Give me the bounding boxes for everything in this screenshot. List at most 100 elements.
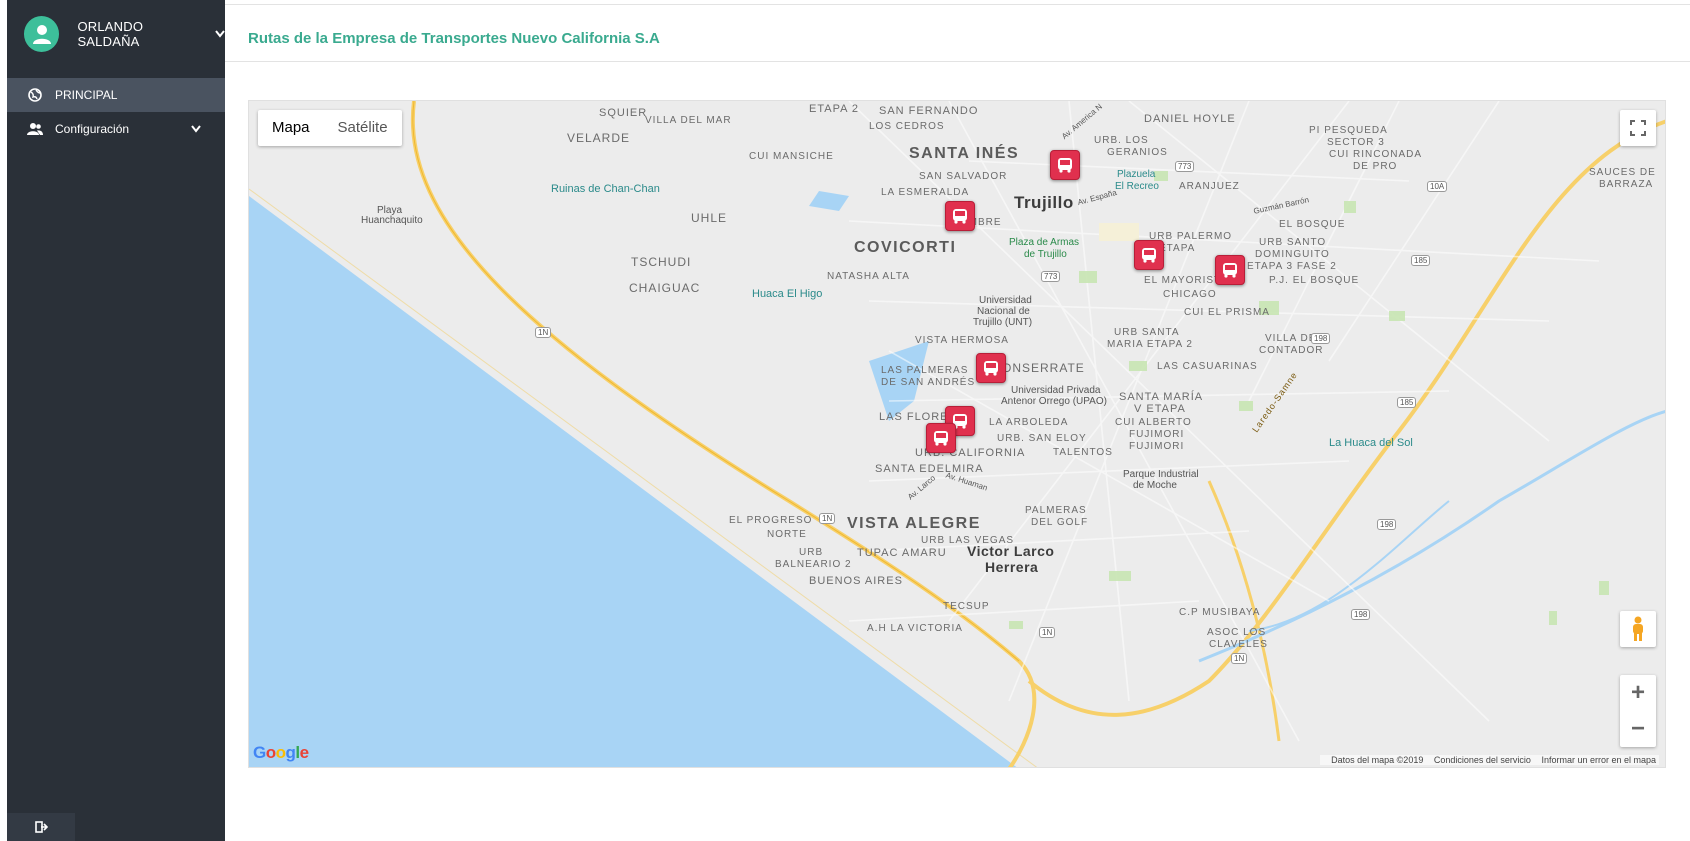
zoom-out-button[interactable]: − — [1620, 711, 1656, 747]
map-label: URB — [799, 547, 824, 558]
map-label: C.P MUSIBAYA — [1179, 607, 1261, 618]
map-label: BARRAZA — [1599, 179, 1654, 190]
fullscreen-button[interactable] — [1620, 110, 1656, 146]
map-label: Victor Larco — [967, 543, 1055, 559]
map-label: SQUIER — [599, 107, 648, 119]
bus-icon — [953, 209, 967, 224]
map-type-satelite-button[interactable]: Satélite — [324, 110, 402, 146]
map-label: Herrera — [985, 559, 1039, 575]
map-label: NATASHA ALTA — [827, 271, 910, 282]
title-divider — [225, 61, 1690, 62]
map-label: LAS CASUARINAS — [1157, 361, 1258, 372]
bus-icon — [1058, 158, 1072, 173]
map-label: EL PROGRESO — [729, 515, 813, 526]
bus-icon — [984, 361, 998, 376]
map-label: VISTA HERMOSA — [915, 335, 1009, 346]
map-label: Trujillo — [1014, 193, 1074, 212]
bus-icon — [1142, 248, 1156, 263]
users-icon — [27, 121, 43, 137]
bus-marker[interactable] — [1050, 150, 1080, 180]
pegman-icon — [1633, 616, 1643, 641]
map-label: PALMERAS — [1025, 505, 1087, 516]
map-label: ETAPA 3 FASE 2 — [1247, 261, 1337, 272]
map-label: CLAVELES — [1209, 639, 1268, 650]
zoom-in-button[interactable]: + — [1620, 675, 1656, 711]
map[interactable]: SQUIER ETAPA 2 SAN FERNANDO DANIEL HOYLE… — [248, 100, 1666, 768]
map-label: URB. LOS — [1094, 135, 1149, 146]
map-label: Parque Industrial — [1123, 469, 1199, 480]
road-badge: 1N — [1231, 653, 1248, 664]
map-label: CUI EL PRISMA — [1184, 307, 1270, 318]
road-badge: 198 — [1377, 519, 1397, 530]
map-label: VISTA ALEGRE — [847, 515, 981, 532]
road-badge: 10A — [1427, 181, 1448, 192]
map-label: FUJIMORI — [1129, 429, 1185, 440]
map-label: SAUCES DE — [1589, 167, 1656, 178]
road-badge: 773 — [1041, 271, 1061, 282]
map-label: Huanchaquito — [361, 215, 423, 226]
map-label: GERANIOS — [1107, 147, 1168, 158]
map-label: SAN FERNANDO — [879, 105, 979, 117]
report-error-link[interactable]: Informar un error en el mapa — [1541, 755, 1656, 765]
road-badge: 773 — [1175, 161, 1195, 172]
map-label: P.J. EL BOSQUE — [1269, 275, 1360, 286]
bus-marker[interactable] — [976, 353, 1006, 383]
road-badge: 185 — [1397, 397, 1417, 408]
map-label: URB SANTA — [1114, 327, 1180, 338]
map-label: DE SAN ANDRÉS — [881, 377, 976, 388]
map-label: FUJIMORI — [1129, 441, 1185, 452]
map-label: CHICAGO — [1163, 289, 1217, 300]
logout-icon — [35, 821, 48, 833]
map-label: de Moche — [1133, 480, 1177, 491]
map-label: LAS PALMERAS — [881, 365, 969, 376]
road-badge: 185 — [1411, 255, 1431, 266]
left-edge — [0, 0, 7, 841]
street-view-button[interactable] — [1620, 611, 1656, 647]
map-label: BALNEARIO 2 — [775, 559, 852, 570]
map-footer: Datos del mapa ©2019 Condiciones del ser… — [1320, 755, 1659, 765]
map-label: LA ESMERALDA — [881, 187, 970, 198]
map-label: CHAIGUAC — [629, 281, 701, 295]
map-label: URB. SAN ELOY — [997, 433, 1087, 444]
bus-marker[interactable] — [1215, 255, 1245, 285]
map-label: ASOC LOS — [1207, 627, 1267, 638]
bus-marker[interactable] — [1134, 240, 1164, 270]
logout-button[interactable] — [7, 813, 75, 841]
map-label: V ETAPA — [1134, 403, 1186, 415]
bus-marker[interactable] — [945, 201, 975, 231]
chevron-down-icon[interactable] — [215, 30, 225, 38]
road-badge: 1N — [819, 513, 836, 524]
bus-icon — [934, 431, 948, 446]
map-label: Universidad Privada — [1011, 385, 1101, 396]
road-badge: 1N — [535, 327, 552, 338]
map-label: VELARDE — [567, 131, 631, 145]
map-label: CONTADOR — [1259, 345, 1324, 356]
map-label: Antenor Orrego (UPAO) — [1001, 396, 1107, 407]
map-label: DOMINGUITO — [1255, 249, 1330, 260]
bus-marker[interactable] — [926, 423, 956, 453]
map-label: SANTA EDELMIRA — [875, 463, 984, 475]
terms-link[interactable]: Condiciones del servicio — [1434, 755, 1531, 765]
map-label: El Recreo — [1115, 181, 1159, 192]
map-label: Trujillo (UNT) — [973, 317, 1033, 328]
sidebar-item-principal[interactable]: PRINCIPAL — [7, 78, 225, 112]
map-label: VILLA DEL MAR — [645, 115, 732, 126]
map-label: Universidad — [979, 295, 1032, 306]
map-label: DEL GOLF — [1031, 517, 1089, 528]
sidebar-item-configuracion[interactable]: Configuración — [7, 112, 225, 146]
map-label: TALENTOS — [1053, 447, 1113, 458]
user-profile[interactable]: ORLANDO SALDAÑA — [7, 0, 225, 68]
top-divider — [225, 4, 1690, 5]
map-label: LOS CEDROS — [869, 121, 945, 132]
map-label: LA ARBOLEDA — [989, 417, 1069, 428]
map-label: Ruinas de Chan-Chan — [551, 183, 660, 195]
map-label: CUI MANSICHE — [749, 151, 834, 162]
map-label: SANTA MARÍA — [1119, 391, 1204, 403]
map-label: Nacional de — [977, 306, 1030, 317]
map-data-link[interactable]: Datos del mapa ©2019 — [1331, 755, 1423, 765]
map-label: ETAPA 2 — [809, 103, 860, 115]
zoom-control: + − — [1620, 675, 1656, 747]
map-type-control: Mapa Satélite — [258, 110, 402, 146]
user-icon — [32, 25, 51, 44]
map-type-mapa-button[interactable]: Mapa — [258, 110, 324, 146]
